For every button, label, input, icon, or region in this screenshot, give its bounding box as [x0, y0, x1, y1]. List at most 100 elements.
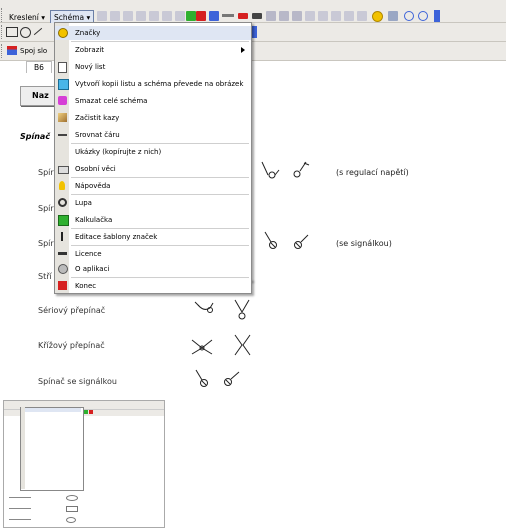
menu-item-zacistit-kazy[interactable]: Začistit kazy — [55, 111, 251, 125]
menu-item-lupa[interactable]: Lupa — [55, 196, 251, 210]
toolbar-overflow-icon[interactable] — [434, 10, 440, 22]
red-block-icon[interactable] — [196, 11, 206, 21]
zoom-in-icon[interactable] — [404, 11, 414, 21]
toolbar-icon-3[interactable] — [123, 11, 133, 21]
menu-item-smazat-schema[interactable]: Smazat celé schéma — [55, 94, 251, 108]
schema-dropdown-menu: Značky Zobrazit Nový list Vytvoří kopii … — [54, 22, 252, 281]
menu-item-ukazky[interactable]: Ukázky (kopírujte z nich) — [55, 145, 251, 159]
signal-switch-symbol-1 — [264, 231, 277, 249]
line-tool-icon[interactable] — [33, 27, 43, 36]
rectangle-tool-icon[interactable] — [6, 27, 18, 37]
signal-switch-symbol-3 — [195, 369, 208, 387]
magnifier-icon — [58, 198, 67, 207]
menu-item-label: Lupa — [75, 199, 92, 207]
menu-item-znacky[interactable]: Značky — [55, 26, 251, 40]
menu-item-label: Ukázky (kopírujte z nich) — [75, 148, 162, 156]
toolbar-grip[interactable] — [1, 25, 5, 39]
toolbar-icon-8[interactable] — [266, 11, 276, 21]
toolbar-icon-13[interactable] — [331, 11, 341, 21]
toolbar-icon-6[interactable] — [162, 11, 172, 21]
row-note-3: (se signálkou) — [336, 239, 392, 248]
thumbnail-symbol — [66, 495, 78, 501]
menu-separator — [71, 143, 249, 144]
spoj-label[interactable]: Spoj slo — [20, 45, 47, 57]
spoj-icon — [7, 46, 17, 55]
menu-item-editace-sablony[interactable]: Editace šablony značek — [55, 230, 251, 244]
menu-item-label: Nápověda — [75, 182, 111, 190]
cross-switch-symbol-1 — [191, 339, 213, 355]
thumbnail-icon — [84, 410, 88, 414]
new-sheet-icon — [58, 62, 67, 73]
menu-item-label: Značky — [75, 29, 101, 37]
exclamation-icon — [61, 232, 63, 241]
menu-item-label: Smazat celé schéma — [75, 97, 148, 105]
personal-icon — [58, 166, 69, 174]
toolbar-icon-14[interactable] — [344, 11, 354, 21]
info-icon — [58, 264, 68, 274]
menu-item-label: Nový list — [75, 63, 106, 71]
row-label-7: Spínač se signálkou — [38, 377, 117, 386]
zoom-out-icon[interactable] — [418, 11, 428, 21]
menu-item-novy-list[interactable]: Nový list — [55, 60, 251, 74]
signal-switch-symbol-4 — [224, 371, 240, 386]
toolbar-icon-5[interactable] — [149, 11, 159, 21]
menu-item-kopie-listu[interactable]: Vytvoří kopii listu a schéma převede na … — [55, 77, 251, 91]
switch-symbol-2 — [293, 161, 310, 178]
eraser-icon — [58, 96, 67, 105]
menu-item-label: Začistit kazy — [75, 114, 120, 122]
menu-separator — [71, 194, 249, 195]
toolbar-icon-1[interactable] — [97, 11, 107, 21]
blue-block-icon[interactable] — [209, 11, 219, 21]
toolbar-row-1: Kreslení ▾ Schéma ▾ — [0, 0, 506, 25]
cross-switch-symbol-2 — [234, 334, 251, 356]
thumbnail-menu-highlight — [21, 408, 81, 412]
toolbar-icon-10[interactable] — [292, 11, 302, 21]
toolbar-icon-11[interactable] — [305, 11, 315, 21]
menu-item-label: Zobrazit — [75, 46, 105, 54]
red-bar-icon[interactable] — [238, 13, 248, 19]
series-switch-symbol-2 — [234, 299, 250, 320]
menu-item-label: Editace šablony značek — [75, 233, 158, 241]
row-label-2: Spír — [38, 204, 54, 213]
toolbar-icon-15[interactable] — [357, 11, 367, 21]
circle-x-icon[interactable] — [372, 11, 383, 22]
thumbnail-symbol — [66, 517, 76, 523]
ellipse-tool-icon[interactable] — [20, 27, 31, 38]
toolbar-icon-9[interactable] — [279, 11, 289, 21]
dark-bar-icon[interactable] — [252, 13, 262, 19]
menu-item-kalkulacka[interactable]: Kalkulačka — [55, 213, 251, 227]
menu-item-zobrazit[interactable]: Zobrazit — [55, 43, 251, 57]
toolbar-icon-4[interactable] — [136, 11, 146, 21]
menu-item-srovnat-caru[interactable]: Srovnat čáru — [55, 128, 251, 142]
thumbnail-menu — [20, 407, 84, 491]
toolbar-icon-12[interactable] — [318, 11, 328, 21]
section-label: Spínač — [20, 132, 51, 141]
menu-item-o-aplikaci[interactable]: O aplikaci — [55, 262, 251, 276]
menu-item-label: Osobní věci — [75, 165, 116, 173]
toolbar-icon-7[interactable] — [175, 11, 185, 21]
green-block-icon[interactable] — [186, 11, 196, 21]
thumbnail-text-line — [9, 519, 31, 520]
menu-item-konec[interactable]: Konec — [54, 279, 252, 294]
toolbar-icon-2[interactable] — [110, 11, 120, 21]
series-switch-symbol-1 — [194, 301, 214, 313]
row-label-1: Spír — [38, 168, 54, 177]
thumbnail-symbol — [66, 506, 78, 512]
toolbar-grip[interactable] — [1, 44, 5, 58]
menu-item-label: Srovnat čáru — [75, 131, 120, 139]
menu-item-label: Konec — [75, 282, 97, 290]
row-label-3: Spír — [38, 239, 54, 248]
key-icon — [58, 252, 67, 255]
menu-separator — [71, 41, 249, 42]
menu-item-napoveda[interactable]: Nápověda — [55, 179, 251, 193]
menu-item-licence[interactable]: Licence — [55, 247, 251, 261]
thumbnail-icon — [89, 410, 93, 414]
arrow-line-icon[interactable] — [222, 14, 234, 17]
row-label-6: Křížový přepínač — [38, 341, 105, 350]
thumbnail-menu-strip — [21, 407, 25, 489]
exit-icon — [58, 281, 67, 290]
switch-symbol-1 — [261, 161, 280, 179]
thumbnail-text-line — [9, 497, 31, 498]
toolbar-icon-16[interactable] — [388, 11, 398, 21]
menu-item-osobni-veci[interactable]: Osobní věci — [55, 162, 251, 176]
